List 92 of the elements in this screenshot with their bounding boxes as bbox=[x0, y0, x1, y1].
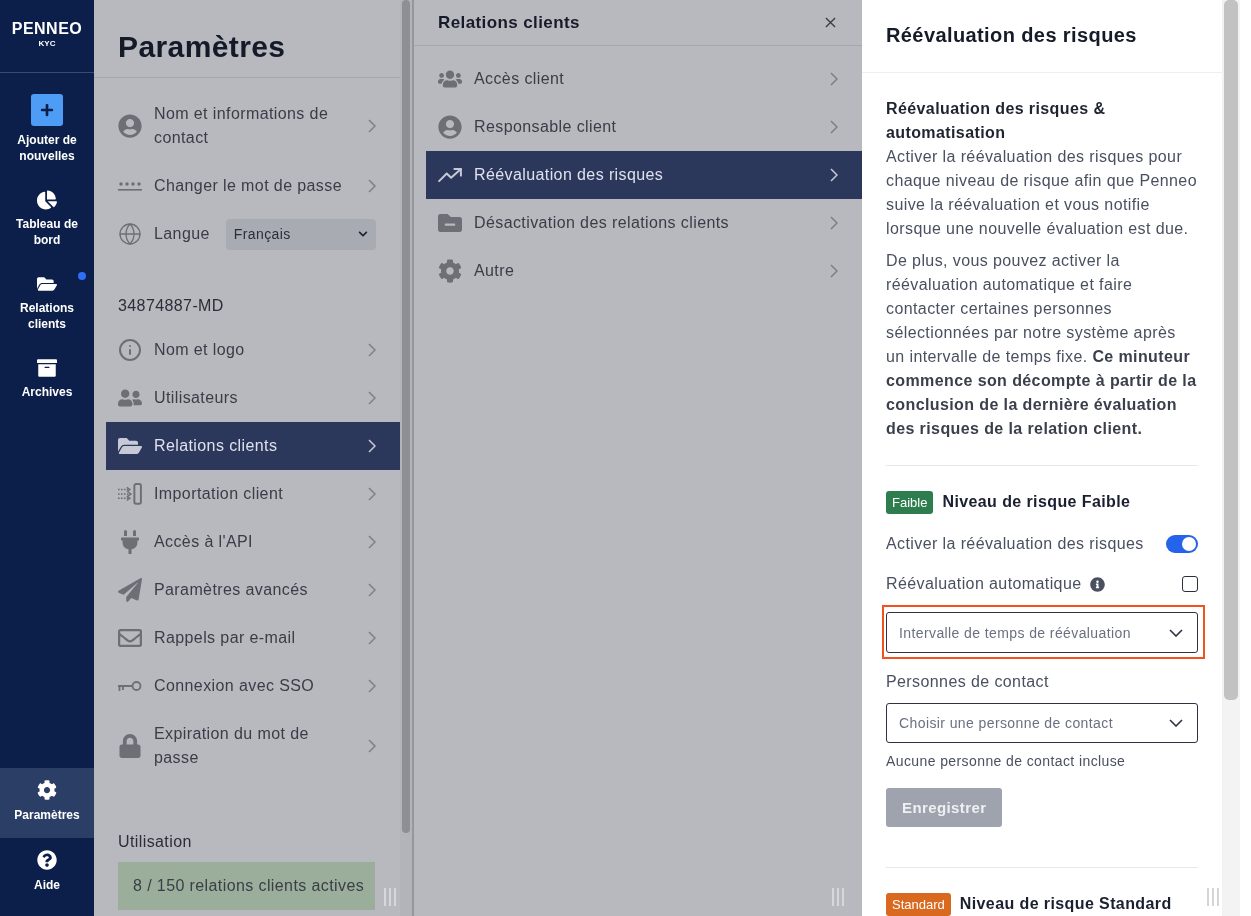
chevron-right-icon bbox=[368, 631, 376, 645]
toggle-label: Activer la réévaluation des risques bbox=[886, 534, 1144, 554]
nav-item[interactable]: Aide bbox=[0, 838, 94, 908]
relations-menu-item[interactable]: Accès client bbox=[426, 55, 862, 103]
panel-title: Réévaluation des risques bbox=[886, 23, 1137, 48]
chevron-right-icon bbox=[368, 119, 376, 133]
section-heading: Réévaluation des risques & automatisation bbox=[886, 99, 1107, 143]
usage-summary: 8 / 150 relations clients actives bbox=[118, 862, 375, 910]
settings-menu-item[interactable]: Nom et logo bbox=[106, 326, 400, 374]
contact-select[interactable]: Choisir une personne de contact bbox=[886, 703, 1198, 743]
risk-level-title: Niveau de risque Faible bbox=[942, 492, 1131, 512]
settings-menu-item[interactable]: Relations clients bbox=[106, 422, 400, 470]
logo-wordmark: PENNEO bbox=[11, 19, 83, 39]
chevron-right-icon bbox=[830, 216, 838, 230]
settings-icon bbox=[37, 780, 57, 800]
chevron-right-icon bbox=[368, 179, 376, 193]
relations-menu-item[interactable]: Désactivation des relations clients bbox=[426, 199, 862, 247]
resize-grip-icon[interactable] bbox=[831, 888, 845, 906]
paper-plane-icon bbox=[118, 578, 142, 602]
risk-level-badge: Standard bbox=[886, 892, 951, 916]
chevron-right-icon bbox=[830, 168, 838, 182]
checkbox-label: Réévaluation automatique bbox=[886, 574, 1082, 594]
chevron-right-icon bbox=[368, 583, 376, 597]
language-select[interactable]: Français bbox=[225, 218, 376, 250]
envelope-icon bbox=[118, 626, 142, 650]
nav-item[interactable]: Paramètres bbox=[0, 768, 94, 838]
chevron-down-icon bbox=[1169, 719, 1183, 727]
company-id: 34874887-MD bbox=[118, 296, 225, 316]
resize-grip-icon[interactable] bbox=[1206, 888, 1220, 906]
relations-menu-item[interactable]: Réévaluation des risques bbox=[426, 151, 862, 199]
dots-icon bbox=[118, 180, 142, 192]
plug-icon bbox=[118, 530, 142, 554]
settings-menu-item[interactable]: Nom et informations de contact bbox=[106, 90, 400, 162]
pie-chart-icon bbox=[37, 190, 57, 210]
info-icon bbox=[118, 338, 142, 362]
folder-minus-icon bbox=[438, 211, 462, 235]
help-icon bbox=[37, 850, 57, 870]
field-label: Personnes de contact bbox=[886, 672, 1050, 692]
settings-menu-item[interactable]: Changer le mot de passe bbox=[106, 162, 400, 210]
chevron-right-icon bbox=[368, 535, 376, 549]
trend-up-icon bbox=[438, 167, 462, 183]
settings-menu-item[interactable]: Utilisateurs bbox=[106, 374, 400, 422]
nav-item[interactable]: Tableau de bord bbox=[0, 182, 94, 256]
risk-level-title: Niveau de risque Standard bbox=[959, 894, 1172, 914]
description-text: Activer la réévaluation des risques pour chaque niveau de risque afin que Penneo suive la réévaluation et vous notifie lorsque une nouvelle évaluation est due. bbox=[886, 147, 1198, 239]
archive-box-icon bbox=[37, 358, 57, 378]
relations-menu-item[interactable]: Responsable client bbox=[426, 103, 862, 151]
toggle-switch[interactable] bbox=[1166, 535, 1198, 553]
plus-icon bbox=[31, 94, 63, 126]
chevron-down-icon bbox=[1169, 628, 1183, 637]
chevron-right-icon bbox=[830, 264, 838, 278]
chevron-right-icon bbox=[368, 391, 376, 405]
close-button[interactable] bbox=[823, 15, 838, 30]
interval-select[interactable]: Intervalle de temps de réévaluation bbox=[886, 612, 1198, 653]
key-icon bbox=[118, 680, 142, 692]
page-title: Paramètres bbox=[118, 29, 286, 65]
hint-text: Aucune personne de contact incluse bbox=[886, 752, 1127, 771]
lock-icon bbox=[118, 734, 142, 758]
settings-menu-item[interactable]: Importation client bbox=[106, 470, 400, 518]
chevron-right-icon bbox=[830, 120, 838, 134]
chevron-right-icon bbox=[368, 487, 376, 501]
checkbox[interactable] bbox=[1182, 576, 1198, 592]
chevron-right-icon bbox=[368, 679, 376, 693]
chevron-right-icon bbox=[830, 72, 838, 86]
settings-menu-item[interactable]: Connexion avec SSO bbox=[106, 662, 400, 710]
globe-icon bbox=[118, 222, 142, 246]
nav-item[interactable]: Archives bbox=[0, 350, 94, 408]
relations-menu-item[interactable]: Autre bbox=[426, 247, 862, 295]
usage-label: Utilisation bbox=[118, 832, 193, 852]
language-label: Langue bbox=[154, 224, 210, 244]
scrollbar-thumb[interactable] bbox=[402, 0, 410, 833]
nav-item[interactable]: Relations clients bbox=[0, 266, 94, 340]
close-icon bbox=[825, 17, 836, 28]
chevron-down-icon bbox=[358, 229, 368, 239]
scrollbar-thumb[interactable] bbox=[1224, 0, 1238, 700]
nav-item[interactable]: Ajouter de nouvelles bbox=[0, 86, 94, 172]
risk-level-badge: Faible bbox=[886, 490, 934, 514]
settings-menu-item[interactable]: Accès à l'API bbox=[106, 518, 400, 566]
chevron-right-icon bbox=[368, 439, 376, 453]
panel-title: Relations clients bbox=[438, 11, 580, 34]
settings-icon bbox=[438, 259, 462, 283]
chevron-right-icon bbox=[368, 343, 376, 357]
import-icon bbox=[118, 483, 142, 505]
info-icon bbox=[1089, 576, 1105, 592]
settings-menu-item[interactable]: Expiration du mot de passe bbox=[106, 710, 400, 782]
settings-menu-item[interactable]: Paramètres avancés bbox=[106, 566, 400, 614]
chevron-right-icon bbox=[368, 739, 376, 753]
description-text: De plus, vous pouvez activer la réévaluation automatique et faire contacter certaines personnes sélectionnées par notre système après un intervalle de temps fixe. Ce minuteur commence son décompte à partir de la conclusion de la dernière évaluation des risques de la relation client. bbox=[886, 251, 1198, 439]
resize-grip-icon[interactable] bbox=[383, 888, 397, 906]
folder-icon bbox=[37, 274, 57, 294]
logo-subtitle: KYC bbox=[38, 39, 56, 49]
settings-menu-item[interactable]: Rappels par e-mail bbox=[106, 614, 400, 662]
